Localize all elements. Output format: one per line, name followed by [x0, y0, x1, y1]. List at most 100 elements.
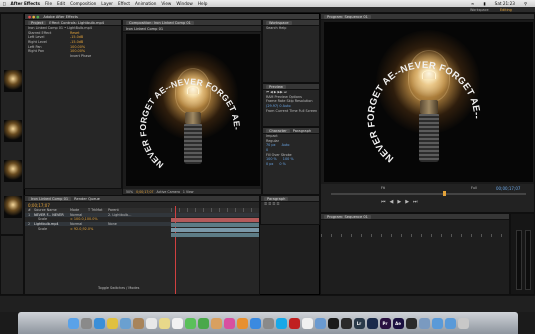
prefs-icon[interactable]: [262, 317, 274, 329]
camera-dropdown[interactable]: Active Camera: [157, 190, 180, 194]
program-tabbar: Program: Sequence 01: [321, 14, 534, 20]
menu-effect[interactable]: Effect: [118, 1, 130, 6]
baseline-fields[interactable]: 0 px 0 %: [263, 162, 319, 167]
comp-subtab-label[interactable]: Iron Linked Comp 01: [126, 27, 163, 31]
timeline-ruler[interactable]: [171, 208, 259, 212]
premiere-project-strip: [0, 13, 24, 235]
menu-help[interactable]: Help: [198, 1, 208, 6]
calendar-icon[interactable]: [145, 317, 157, 329]
comp-timecode[interactable]: 0;00;17;07: [136, 190, 153, 194]
thumb-3[interactable]: [4, 160, 22, 182]
preview-row-1: Frame Rate Skip Resolution: [266, 99, 313, 104]
aftereffects-icon[interactable]: Ae: [392, 317, 404, 329]
zoom-dropdown[interactable]: 50%: [126, 190, 133, 194]
chrome-icon[interactable]: [106, 317, 118, 329]
tab-render-queue[interactable]: Render Queue: [74, 197, 100, 201]
premiere-icon[interactable]: Pr: [379, 317, 391, 329]
contacts-icon[interactable]: [132, 317, 144, 329]
activity-icon[interactable]: [340, 317, 352, 329]
premiere-workspace-label[interactable]: Workspace: [470, 8, 489, 12]
composition-panel: Composition: Iron Linked Comp 01 Iron Li…: [122, 19, 262, 195]
comp-canvas[interactable]: NEVER FORGET AE--NEVER FORGET AE--NEVER: [126, 34, 260, 186]
menu-view[interactable]: View: [161, 1, 171, 6]
program-arc-text-graphic: NEVER FORGET AE--NEVER FORGET AE--NEVER: [324, 22, 482, 164]
paragraph-align-buttons[interactable]: ☰ ☰ ☰ ☰: [261, 202, 319, 207]
timeline-footer[interactable]: Toggle Switches / Modes: [95, 286, 139, 291]
layer-1-sub-bar[interactable]: [171, 223, 259, 227]
menu-animation[interactable]: Animation: [135, 1, 156, 6]
safari-icon[interactable]: [93, 317, 105, 329]
tab-effect-controls[interactable]: Effect Controls: Lightbulb.mp4: [49, 21, 104, 25]
acrobat-icon[interactable]: [288, 317, 300, 329]
close-icon[interactable]: ●: [28, 15, 31, 19]
terminal-icon[interactable]: [327, 317, 339, 329]
program-transport-controls[interactable]: ⏮◀▶▶⏭: [381, 199, 422, 205]
textedit-icon[interactable]: [301, 317, 313, 329]
tab-composition[interactable]: Composition: Iron Linked Comp 01: [126, 20, 194, 25]
photoshop-icon[interactable]: [366, 317, 378, 329]
menu-window[interactable]: Window: [176, 1, 193, 6]
menu-composition[interactable]: Composition: [70, 1, 96, 6]
wifi-icon[interactable]: ≈: [471, 1, 475, 6]
effect-controls-panel: Project Effect Controls: Lightbulb.mp4 I…: [24, 19, 122, 189]
effect-row-6[interactable]: Invert Phase: [25, 54, 121, 59]
downloads-icon[interactable]: [418, 317, 430, 329]
thumb-1[interactable]: [4, 70, 22, 92]
menu-app-name[interactable]: After Effects: [11, 1, 41, 6]
folder2-icon[interactable]: [444, 317, 456, 329]
preview-icon[interactable]: [314, 317, 326, 329]
program-playhead-marker[interactable]: [443, 191, 446, 196]
program-fit[interactable]: Fit: [381, 186, 385, 190]
layer-2-sub-bar[interactable]: [171, 233, 259, 237]
minimize-icon[interactable]: ●: [32, 15, 35, 19]
premiere-editing-label[interactable]: Editing: [500, 8, 512, 12]
menu-file[interactable]: File: [45, 1, 52, 6]
program-monitor: Program: Sequence 01 NEVER FORGET AE--NE…: [320, 13, 535, 213]
appstore-icon[interactable]: [249, 317, 261, 329]
dock: Lr Pr Ae: [18, 312, 518, 334]
menubar-clock[interactable]: Sat 21:23: [495, 1, 515, 6]
views-dropdown[interactable]: 1 View: [183, 190, 194, 194]
premiere-timeline: Program: Sequence 01: [320, 213, 510, 295]
notes-icon[interactable]: [158, 317, 170, 329]
program-scrubber[interactable]: [331, 193, 526, 195]
messages-icon[interactable]: [184, 317, 196, 329]
meter-right: [525, 230, 531, 290]
program-canvas[interactable]: NEVER FORGET AE--NEVER FORGET AE--NEVER: [324, 22, 533, 182]
launchpad-icon[interactable]: [80, 317, 92, 329]
layer-1-bar[interactable]: [171, 218, 259, 222]
skype-icon[interactable]: [275, 317, 287, 329]
search-help[interactable]: Search Help: [263, 26, 319, 31]
program-timecode[interactable]: 00;00;17;07: [496, 186, 520, 191]
tab-timeline[interactable]: Iron Linked Comp 01: [28, 196, 72, 201]
thumb-2[interactable]: [4, 120, 22, 142]
zoom-icon[interactable]: ●: [36, 15, 39, 19]
mail-icon[interactable]: [119, 317, 131, 329]
audio-meters: [510, 213, 535, 295]
itunes-icon[interactable]: [223, 317, 235, 329]
info-panel: Workspace Search Help: [262, 19, 320, 83]
media-encoder-icon[interactable]: [405, 317, 417, 329]
lightroom-icon[interactable]: Lr: [353, 317, 365, 329]
facetime-icon[interactable]: [197, 317, 209, 329]
comp-subtab: Iron Linked Comp 01: [123, 26, 261, 32]
spotlight-icon[interactable]: ⚲: [524, 1, 527, 6]
menu-edit[interactable]: Edit: [57, 1, 65, 6]
apple-menu-icon[interactable]: : [3, 1, 6, 6]
ibooks-icon[interactable]: [236, 317, 248, 329]
layer-2-bar[interactable]: [171, 228, 259, 232]
program-full[interactable]: Full: [471, 186, 477, 190]
preview-row-3[interactable]: From Current Time Full Screen: [263, 108, 319, 113]
finder-icon[interactable]: [67, 317, 79, 329]
thumb-4[interactable]: [4, 196, 22, 218]
meter-left: [516, 230, 522, 290]
reminders-icon[interactable]: [171, 317, 183, 329]
premiere-timeline-ruler[interactable]: [321, 234, 509, 237]
photo-icon[interactable]: [210, 317, 222, 329]
menu-layer[interactable]: Layer: [101, 1, 113, 6]
tab-project[interactable]: Project: [28, 20, 47, 25]
battery-icon[interactable]: ▮: [483, 1, 485, 6]
ae-window-title: Adobe After Effects: [43, 14, 78, 19]
folder-icon[interactable]: [431, 317, 443, 329]
trash-icon[interactable]: [457, 317, 469, 329]
